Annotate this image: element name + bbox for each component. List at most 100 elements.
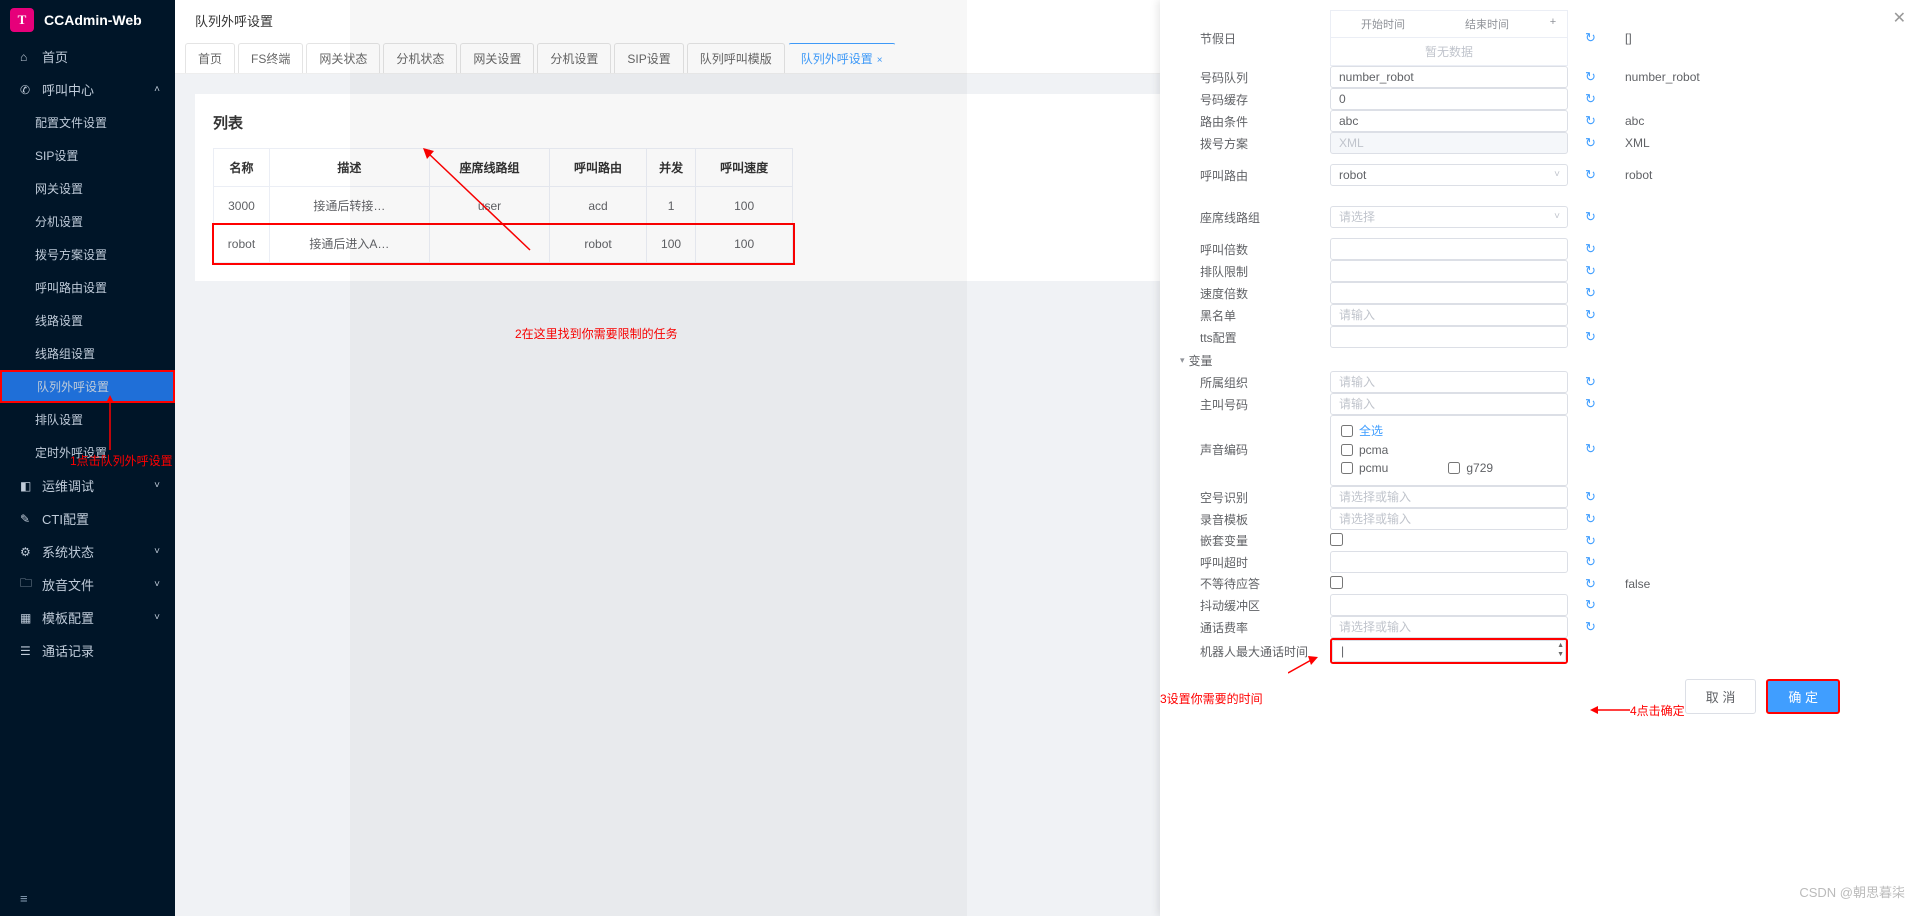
- refresh-icon[interactable]: ↻: [1585, 374, 1596, 390]
- holiday-empty: 暂无数据: [1331, 38, 1567, 65]
- ok-button[interactable]: 确 定: [1766, 679, 1840, 714]
- ro-num-queue: number_robot: [1625, 70, 1700, 84]
- table-row[interactable]: 3000接通后转接…user acd1100: [214, 187, 793, 225]
- empty-detect-input[interactable]: [1330, 486, 1568, 508]
- codec-g729[interactable]: g729: [1448, 461, 1493, 475]
- no-wait-checkbox[interactable]: [1330, 576, 1343, 589]
- agent-group-select[interactable]: [1330, 206, 1568, 228]
- list-icon: ☰: [20, 644, 34, 658]
- refresh-icon[interactable]: ↻: [1585, 576, 1596, 592]
- sidebar-item-queue[interactable]: 排队设置: [0, 403, 175, 436]
- refresh-icon[interactable]: ↻: [1585, 533, 1596, 549]
- num-cache-input[interactable]: [1330, 88, 1568, 110]
- holiday-table: 开始时间 结束时间 + 暂无数据: [1330, 10, 1568, 66]
- nest-var-checkbox[interactable]: [1330, 533, 1343, 546]
- row-call-multi: 呼叫倍数 ↻: [1180, 238, 1900, 260]
- nav-tpl[interactable]: ▦模板配置˅: [0, 601, 175, 634]
- org-input[interactable]: [1330, 371, 1568, 393]
- call-route-select[interactable]: [1330, 164, 1568, 186]
- number-spinner[interactable]: ▲▼: [1557, 641, 1564, 659]
- route-cond-input[interactable]: [1330, 110, 1568, 132]
- refresh-icon[interactable]: ↻: [1585, 285, 1596, 301]
- row-holiday: 节假日 开始时间 结束时间 + 暂无数据 ↻ []: [1180, 10, 1900, 66]
- tab-queue-outbound[interactable]: 队列外呼设置×: [788, 43, 896, 73]
- sidebar-item-route[interactable]: 呼叫路由设置: [0, 271, 175, 304]
- max-talk-wrap: ▲▼: [1330, 638, 1568, 664]
- refresh-icon[interactable]: ↻: [1585, 113, 1596, 129]
- cancel-button[interactable]: 取 消: [1685, 679, 1757, 714]
- row-codec: 声音编码 全选 pcma pcmu g729 ↻: [1180, 415, 1900, 486]
- tab-fs[interactable]: FS终端: [238, 43, 303, 73]
- refresh-icon[interactable]: ↻: [1585, 241, 1596, 257]
- tab-gw-set[interactable]: 网关设置: [460, 43, 534, 73]
- refresh-icon[interactable]: ↻: [1585, 307, 1596, 323]
- refresh-icon[interactable]: ↻: [1585, 209, 1596, 225]
- nav-ops[interactable]: ◧运维调试˅: [0, 469, 175, 502]
- rec-tpl-input[interactable]: [1330, 508, 1568, 530]
- row-empty-detect: 空号识别 ↻: [1180, 486, 1900, 508]
- refresh-icon[interactable]: ↻: [1585, 396, 1596, 412]
- tab-queue-tpl[interactable]: 队列呼叫模版: [687, 43, 785, 73]
- tab-sip-set[interactable]: SIP设置: [614, 43, 683, 73]
- ro-route-cond: abc: [1625, 114, 1644, 128]
- add-holiday-button[interactable]: +: [1539, 11, 1567, 37]
- tab-ext-status[interactable]: 分机状态: [383, 43, 457, 73]
- tab-ext-set[interactable]: 分机设置: [537, 43, 611, 73]
- queue-limit-input[interactable]: [1330, 260, 1568, 282]
- nav-cdr[interactable]: ☰通话记录: [0, 634, 175, 667]
- sidebar-item-line[interactable]: 线路设置: [0, 304, 175, 337]
- refresh-icon[interactable]: ↻: [1585, 167, 1596, 183]
- refresh-icon[interactable]: ↻: [1585, 597, 1596, 613]
- sidebar-item-gateway[interactable]: 网关设置: [0, 172, 175, 205]
- call-rate-input[interactable]: [1330, 616, 1568, 638]
- sidebar-item-cron[interactable]: 定时外呼设置: [0, 436, 175, 469]
- caller-input[interactable]: [1330, 393, 1568, 415]
- refresh-icon[interactable]: ↻: [1585, 511, 1596, 527]
- max-talk-input[interactable]: [1332, 640, 1566, 662]
- nav-sys[interactable]: ⚙系统状态˅: [0, 535, 175, 568]
- close-icon[interactable]: ×: [877, 55, 883, 66]
- nav-play[interactable]: 🗀放音文件˅: [0, 568, 175, 601]
- refresh-icon[interactable]: ↻: [1585, 91, 1596, 107]
- sidebar-collapse[interactable]: ≡: [0, 881, 175, 916]
- annotation-2: 2在这里找到你需要限制的任务: [515, 325, 678, 342]
- call-multi-input[interactable]: [1330, 238, 1568, 260]
- nav-home[interactable]: ⌂首页: [0, 40, 175, 73]
- tab-gw-status[interactable]: 网关状态: [306, 43, 380, 73]
- nav-cti[interactable]: ✎CTI配置: [0, 502, 175, 535]
- codec-pcmu[interactable]: pcmu: [1341, 461, 1388, 475]
- refresh-icon[interactable]: ↻: [1585, 30, 1596, 46]
- row-rec-tpl: 录音模板 ↻: [1180, 508, 1900, 530]
- sidebar-item-sip[interactable]: SIP设置: [0, 139, 175, 172]
- num-queue-input[interactable]: [1330, 66, 1568, 88]
- sidebar-item-config[interactable]: 配置文件设置: [0, 106, 175, 139]
- refresh-icon[interactable]: ↻: [1585, 69, 1596, 85]
- nav-call-center[interactable]: ✆呼叫中心˄: [0, 73, 175, 106]
- th-desc: 描述: [269, 149, 429, 187]
- sidebar-item-queue-outbound[interactable]: 队列外呼设置: [0, 370, 175, 403]
- sidebar-item-ext[interactable]: 分机设置: [0, 205, 175, 238]
- section-vars[interactable]: ▾变量: [1180, 352, 1900, 369]
- row-queue-limit: 排队限制 ↻: [1180, 260, 1900, 282]
- row-call-rate: 通话费率 ↻: [1180, 616, 1900, 638]
- call-timeout-input[interactable]: [1330, 551, 1568, 573]
- refresh-icon[interactable]: ↻: [1585, 263, 1596, 279]
- blacklist-input[interactable]: [1330, 304, 1568, 326]
- triangle-down-icon: ▾: [1180, 355, 1185, 366]
- tts-input[interactable]: [1330, 326, 1568, 348]
- refresh-icon[interactable]: ↻: [1585, 554, 1596, 570]
- refresh-icon[interactable]: ↻: [1585, 489, 1596, 505]
- refresh-icon[interactable]: ↻: [1585, 619, 1596, 635]
- codec-pcma[interactable]: pcma: [1341, 443, 1388, 457]
- sidebar-item-linegroup[interactable]: 线路组设置: [0, 337, 175, 370]
- refresh-icon[interactable]: ↻: [1585, 329, 1596, 345]
- jitter-input[interactable]: [1330, 594, 1568, 616]
- table-header-row: 名称 描述 座席线路组 呼叫路由 并发 呼叫速度: [214, 149, 793, 187]
- table-row-selected[interactable]: robot接通后进入A… robot100100: [214, 225, 793, 263]
- codec-all[interactable]: 全选: [1341, 422, 1383, 439]
- sidebar-item-dialplan[interactable]: 拨号方案设置: [0, 238, 175, 271]
- tab-home[interactable]: 首页: [185, 43, 235, 73]
- refresh-icon[interactable]: ↻: [1585, 441, 1596, 457]
- speed-multi-input[interactable]: [1330, 282, 1568, 304]
- refresh-icon[interactable]: ↻: [1585, 135, 1596, 151]
